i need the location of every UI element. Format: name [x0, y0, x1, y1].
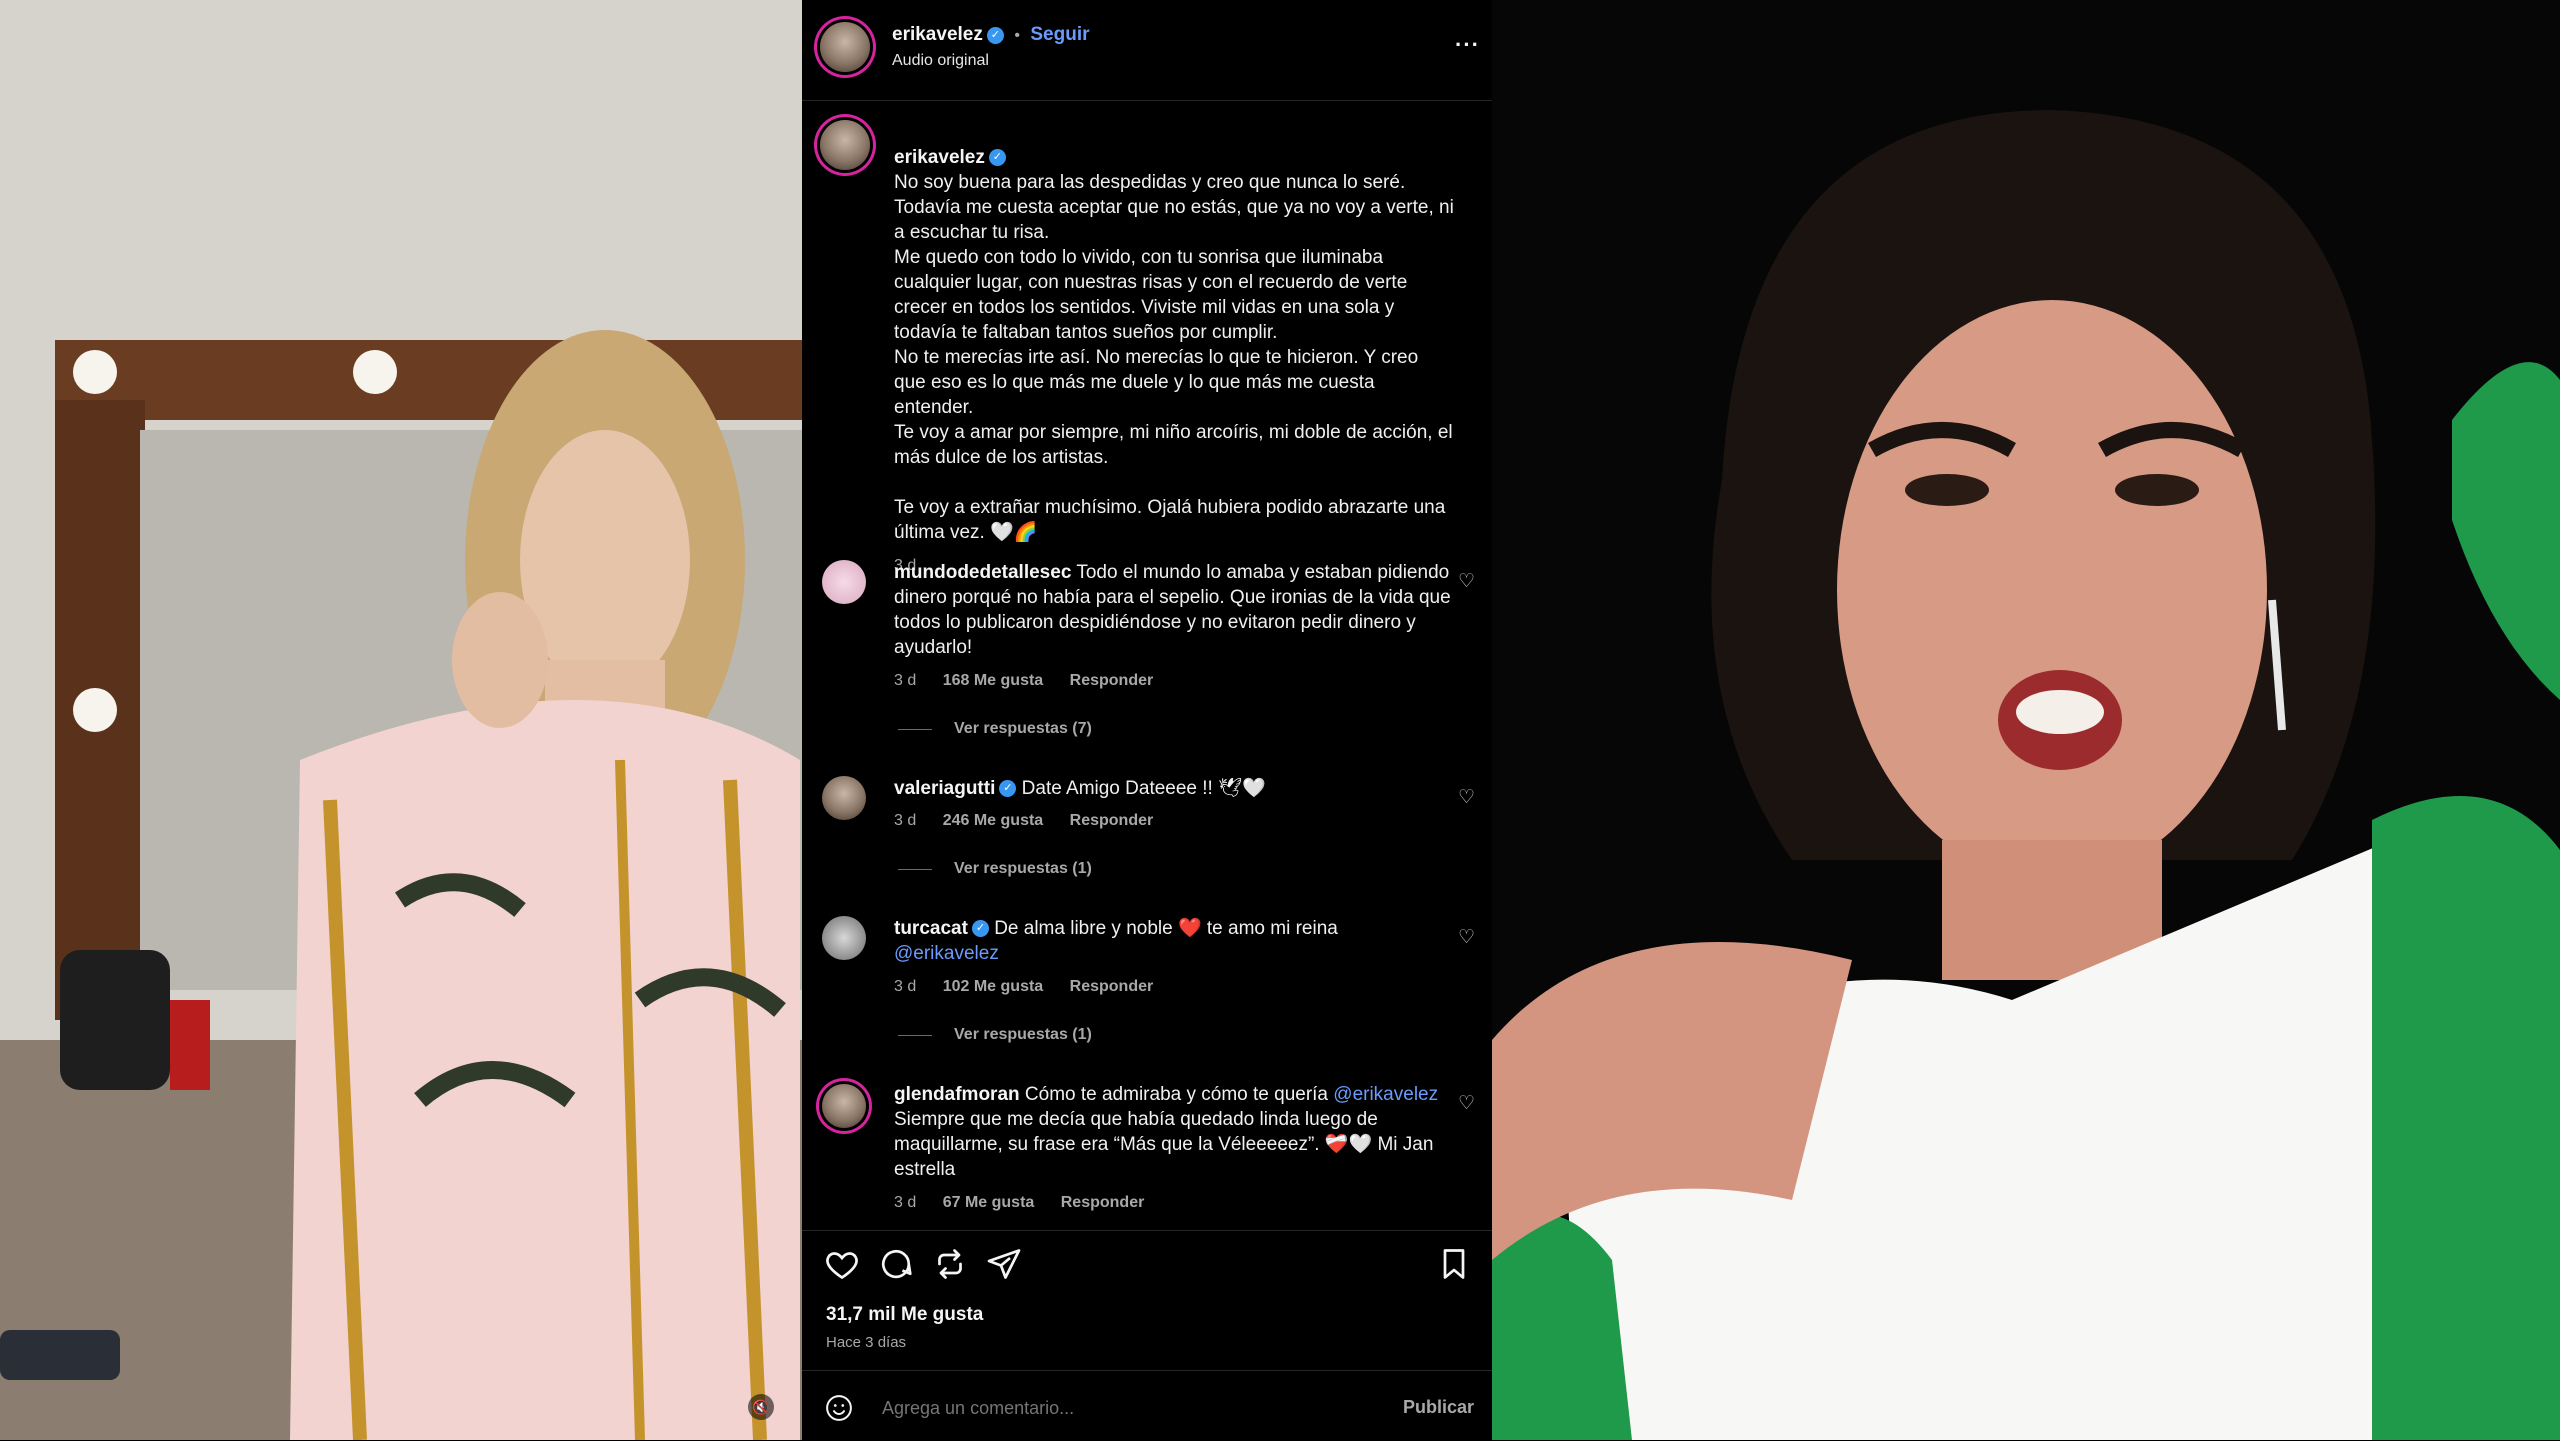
comment-likes[interactable]: 246 Me gusta: [943, 812, 1043, 829]
mute-icon[interactable]: 🔇: [748, 1394, 774, 1420]
like-comment-icon[interactable]: ♡: [1458, 570, 1478, 592]
reply-button[interactable]: Responder: [1070, 672, 1154, 689]
comment-text: De alma libre y noble ❤️ te amo mi reina: [994, 918, 1338, 939]
posted-ago: Hace 3 días: [826, 1334, 907, 1351]
comment-username[interactable]: mundodedetallesec: [894, 562, 1071, 583]
share-icon[interactable]: [986, 1246, 1022, 1282]
comment-time: 3 d: [894, 812, 917, 829]
reply-button[interactable]: Responder: [1061, 1194, 1145, 1211]
commenter-avatar[interactable]: [822, 916, 866, 960]
comment-username[interactable]: turcacat: [894, 918, 968, 939]
author-avatar[interactable]: [820, 22, 870, 72]
like-comment-icon[interactable]: ♡: [1458, 926, 1478, 948]
instagram-post-panel: erikavelez ✓ • Seguir Audio original ··· …: [802, 0, 1492, 1440]
likes-count[interactable]: 31,7 mil Me gusta: [826, 1304, 983, 1326]
commenter-avatar[interactable]: [822, 776, 866, 820]
view-replies-button[interactable]: Ver respuestas (7): [898, 720, 1092, 738]
comment-item: valeriagutti ✓ Date Amigo Dateeee !! 🕊🤍 ♡…: [802, 776, 1492, 906]
verified-icon: ✓: [988, 149, 1006, 167]
comment-icon[interactable]: [878, 1246, 914, 1282]
dressing-room-illustration: [0, 0, 802, 1440]
reply-button[interactable]: Responder: [1070, 812, 1154, 829]
verified-icon: ✓: [971, 920, 989, 938]
comment-text: Cómo te admiraba y cómo te quería: [1024, 1084, 1328, 1105]
view-replies-button[interactable]: Ver respuestas (1): [898, 860, 1092, 878]
commenter-avatar[interactable]: [822, 560, 866, 604]
like-icon[interactable]: [824, 1246, 860, 1282]
comment-mention[interactable]: @erikavelez: [1333, 1084, 1438, 1105]
action-bar: [802, 1230, 1492, 1231]
comment-likes[interactable]: 102 Me gusta: [943, 978, 1043, 995]
post-header: erikavelez ✓ • Seguir Audio original ···: [802, 0, 1492, 101]
comment-username[interactable]: valeriagutti: [894, 778, 995, 799]
comment-item: mundodedetallesec Todo el mundo lo amaba…: [802, 560, 1492, 750]
caption: erikavelez ✓ No soy buena para las desped…: [894, 120, 1454, 575]
follow-button[interactable]: Seguir: [1030, 24, 1089, 45]
comment-time: 3 d: [894, 978, 917, 995]
comment-composer: Publicar: [802, 1370, 1492, 1441]
author-username[interactable]: erikavelez: [892, 24, 983, 45]
comment-time: 3 d: [894, 1194, 917, 1211]
verified-icon: ✓: [999, 780, 1017, 798]
view-replies-button[interactable]: Ver respuestas (1): [898, 1026, 1092, 1044]
comment-likes[interactable]: 168 Me gusta: [943, 672, 1043, 689]
publish-button[interactable]: Publicar: [1403, 1397, 1474, 1418]
separator-dot: •: [1014, 27, 1020, 44]
like-comment-icon[interactable]: ♡: [1458, 786, 1478, 808]
comment-username[interactable]: glendafmoran: [894, 1084, 1020, 1105]
more-options-icon[interactable]: ···: [1455, 32, 1480, 58]
left-photo: 🔇: [0, 0, 802, 1440]
comment-text-continued: Siempre que me decía que había quedado l…: [894, 1109, 1434, 1180]
comment-item: turcacat ✓ De alma libre y noble ❤️ te am…: [802, 916, 1492, 1066]
commenter-avatar[interactable]: [822, 1084, 866, 1128]
comment-text: Date Amigo Dateeee !! 🕊🤍: [1021, 778, 1266, 799]
comment-input[interactable]: [880, 1389, 1344, 1427]
reply-button[interactable]: Responder: [1070, 978, 1154, 995]
comment-mention[interactable]: @erikavelez: [894, 943, 999, 964]
portrait-illustration: [1492, 0, 2560, 1440]
verified-icon: ✓: [986, 27, 1004, 45]
repost-icon[interactable]: [932, 1246, 968, 1282]
comment-time: 3 d: [894, 672, 917, 689]
audio-label[interactable]: Audio original: [892, 52, 989, 70]
caption-username[interactable]: erikavelez: [894, 147, 985, 168]
comment-item: glendafmoran Cómo te admiraba y cómo te …: [802, 1082, 1492, 1222]
emoji-icon[interactable]: [824, 1393, 854, 1423]
comment-likes[interactable]: 67 Me gusta: [943, 1194, 1035, 1211]
caption-avatar[interactable]: [820, 120, 870, 170]
save-icon[interactable]: [1436, 1246, 1472, 1282]
like-comment-icon[interactable]: ♡: [1458, 1092, 1478, 1114]
caption-text: No soy buena para las despedidas y creo …: [894, 172, 1454, 543]
right-photo: [1492, 0, 2560, 1440]
